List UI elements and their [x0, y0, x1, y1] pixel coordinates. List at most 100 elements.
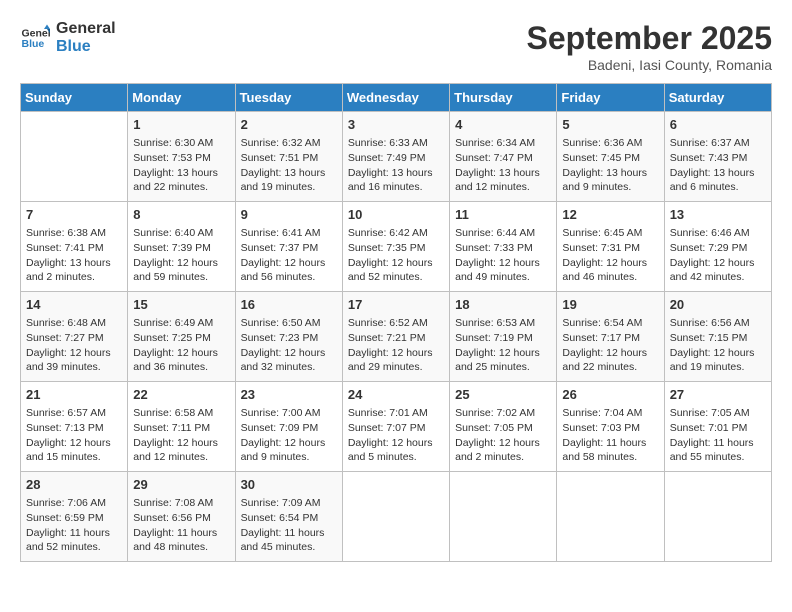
- calendar-body: 1 Sunrise: 6:30 AM Sunset: 7:53 PM Daylig…: [21, 112, 772, 562]
- day-number: 11: [455, 206, 551, 224]
- calendar-day-cell: 18 Sunrise: 6:53 AM Sunset: 7:19 PM Dayli…: [450, 292, 557, 382]
- day-info: Sunrise: 6:33 AM Sunset: 7:49 PM Dayligh…: [348, 136, 444, 195]
- calendar-table: SundayMondayTuesdayWednesdayThursdayFrid…: [20, 83, 772, 562]
- weekday-header-cell: Sunday: [21, 84, 128, 112]
- calendar-day-cell: 19Sunrise: 6:54 AM Sunset: 7:17 PM Dayli…: [557, 292, 664, 382]
- day-number: 4: [455, 116, 551, 134]
- day-info: Sunrise: 7:04 AM Sunset: 7:03 PM Dayligh…: [562, 406, 658, 465]
- calendar-day-cell: 3Sunrise: 6:33 AM Sunset: 7:49 PM Daylig…: [342, 112, 449, 202]
- day-info: Sunrise: 6:42 AM Sunset: 7:35 PM Dayligh…: [348, 226, 444, 285]
- weekday-header-cell: Saturday: [664, 84, 771, 112]
- day-info: Sunrise: 7:02 AM Sunset: 7:05 PM Dayligh…: [455, 406, 551, 465]
- day-info: Sunrise: 6:40 AM Sunset: 7:39 PM Dayligh…: [133, 226, 229, 285]
- calendar-week-row: 1 Sunrise: 6:30 AM Sunset: 7:53 PM Daylig…: [21, 112, 772, 202]
- calendar-day-cell: 22 Sunrise: 6:58 AM Sunset: 7:11 PM Dayli…: [128, 382, 235, 472]
- day-number: 1: [133, 116, 229, 134]
- logo-line1: General: [56, 20, 116, 38]
- weekday-header-cell: Tuesday: [235, 84, 342, 112]
- title-block: September 2025 Badeni, Iasi County, Roma…: [527, 20, 772, 73]
- calendar-day-cell: 14 Sunrise: 6:48 AM Sunset: 7:27 PM Dayli…: [21, 292, 128, 382]
- day-number: 27: [670, 386, 766, 404]
- day-number: 26: [562, 386, 658, 404]
- logo-icon: General Blue: [20, 23, 50, 53]
- calendar-day-cell: 5 Sunrise: 6:36 AM Sunset: 7:45 PM Daylig…: [557, 112, 664, 202]
- day-number: 19: [562, 296, 658, 314]
- logo-line2: Blue: [56, 38, 116, 56]
- calendar-week-row: 21 Sunrise: 6:57 AM Sunset: 7:13 PM Dayli…: [21, 382, 772, 472]
- day-info: Sunrise: 6:30 AM Sunset: 7:53 PM Dayligh…: [133, 136, 229, 195]
- calendar-day-cell: 4 Sunrise: 6:34 AM Sunset: 7:47 PM Daylig…: [450, 112, 557, 202]
- day-info: Sunrise: 6:58 AM Sunset: 7:11 PM Dayligh…: [133, 406, 229, 465]
- calendar-day-cell: 27 Sunrise: 7:05 AM Sunset: 7:01 PM Dayli…: [664, 382, 771, 472]
- day-number: 29: [133, 476, 229, 494]
- day-number: 15: [133, 296, 229, 314]
- calendar-day-cell: 29 Sunrise: 7:08 AM Sunset: 6:56 PM Dayli…: [128, 472, 235, 562]
- day-number: 30: [241, 476, 337, 494]
- calendar-day-cell: 11 Sunrise: 6:44 AM Sunset: 7:33 PM Dayli…: [450, 202, 557, 292]
- day-info: Sunrise: 6:34 AM Sunset: 7:47 PM Dayligh…: [455, 136, 551, 195]
- calendar-week-row: 7 Sunrise: 6:38 AM Sunset: 7:41 PM Daylig…: [21, 202, 772, 292]
- calendar-day-cell: [450, 472, 557, 562]
- calendar-day-cell: 30 Sunrise: 7:09 AM Sunset: 6:54 PM Dayli…: [235, 472, 342, 562]
- calendar-day-cell: 16Sunrise: 6:50 AM Sunset: 7:23 PM Dayli…: [235, 292, 342, 382]
- calendar-day-cell: [557, 472, 664, 562]
- calendar-week-row: 28 Sunrise: 7:06 AM Sunset: 6:59 PM Dayli…: [21, 472, 772, 562]
- calendar-day-cell: 13 Sunrise: 6:46 AM Sunset: 7:29 PM Dayli…: [664, 202, 771, 292]
- day-info: Sunrise: 6:53 AM Sunset: 7:19 PM Dayligh…: [455, 316, 551, 375]
- page-header: General Blue General Blue September 2025…: [20, 20, 772, 73]
- day-number: 25: [455, 386, 551, 404]
- calendar-day-cell: 7 Sunrise: 6:38 AM Sunset: 7:41 PM Daylig…: [21, 202, 128, 292]
- day-number: 18: [455, 296, 551, 314]
- day-info: Sunrise: 6:38 AM Sunset: 7:41 PM Dayligh…: [26, 226, 122, 285]
- calendar-day-cell: 25 Sunrise: 7:02 AM Sunset: 7:05 PM Dayli…: [450, 382, 557, 472]
- calendar-day-cell: 28 Sunrise: 7:06 AM Sunset: 6:59 PM Dayli…: [21, 472, 128, 562]
- calendar-day-cell: 1 Sunrise: 6:30 AM Sunset: 7:53 PM Daylig…: [128, 112, 235, 202]
- weekday-header-cell: Wednesday: [342, 84, 449, 112]
- location-subtitle: Badeni, Iasi County, Romania: [527, 57, 772, 73]
- day-number: 5: [562, 116, 658, 134]
- day-number: 20: [670, 296, 766, 314]
- day-number: 9: [241, 206, 337, 224]
- day-number: 28: [26, 476, 122, 494]
- day-info: Sunrise: 7:09 AM Sunset: 6:54 PM Dayligh…: [241, 496, 337, 555]
- day-info: Sunrise: 6:57 AM Sunset: 7:13 PM Dayligh…: [26, 406, 122, 465]
- day-number: 23: [241, 386, 337, 404]
- day-info: Sunrise: 6:36 AM Sunset: 7:45 PM Dayligh…: [562, 136, 658, 195]
- calendar-day-cell: 24 Sunrise: 7:01 AM Sunset: 7:07 PM Dayli…: [342, 382, 449, 472]
- day-number: 13: [670, 206, 766, 224]
- calendar-day-cell: 23 Sunrise: 7:00 AM Sunset: 7:09 PM Dayli…: [235, 382, 342, 472]
- day-number: 22: [133, 386, 229, 404]
- day-number: 2: [241, 116, 337, 134]
- day-info: Sunrise: 7:00 AM Sunset: 7:09 PM Dayligh…: [241, 406, 337, 465]
- day-number: 14: [26, 296, 122, 314]
- day-number: 16: [241, 296, 337, 314]
- day-number: 21: [26, 386, 122, 404]
- day-number: 8: [133, 206, 229, 224]
- day-number: 7: [26, 206, 122, 224]
- day-number: 24: [348, 386, 444, 404]
- calendar-day-cell: 26 Sunrise: 7:04 AM Sunset: 7:03 PM Dayli…: [557, 382, 664, 472]
- day-info: Sunrise: 7:06 AM Sunset: 6:59 PM Dayligh…: [26, 496, 122, 555]
- day-number: 6: [670, 116, 766, 134]
- calendar-day-cell: [21, 112, 128, 202]
- weekday-header-cell: Friday: [557, 84, 664, 112]
- weekday-header-row: SundayMondayTuesdayWednesdayThursdayFrid…: [21, 84, 772, 112]
- calendar-day-cell: 2 Sunrise: 6:32 AM Sunset: 7:51 PM Daylig…: [235, 112, 342, 202]
- calendar-day-cell: 21 Sunrise: 6:57 AM Sunset: 7:13 PM Dayli…: [21, 382, 128, 472]
- day-info: Sunrise: 6:52 AM Sunset: 7:21 PM Dayligh…: [348, 316, 444, 375]
- day-info: Sunrise: 7:05 AM Sunset: 7:01 PM Dayligh…: [670, 406, 766, 465]
- calendar-day-cell: 12Sunrise: 6:45 AM Sunset: 7:31 PM Dayli…: [557, 202, 664, 292]
- logo: General Blue General Blue: [20, 20, 116, 55]
- day-info: Sunrise: 6:45 AM Sunset: 7:31 PM Dayligh…: [562, 226, 658, 285]
- day-number: 10: [348, 206, 444, 224]
- day-info: Sunrise: 7:01 AM Sunset: 7:07 PM Dayligh…: [348, 406, 444, 465]
- day-info: Sunrise: 6:46 AM Sunset: 7:29 PM Dayligh…: [670, 226, 766, 285]
- calendar-day-cell: 20Sunrise: 6:56 AM Sunset: 7:15 PM Dayli…: [664, 292, 771, 382]
- calendar-day-cell: 15Sunrise: 6:49 AM Sunset: 7:25 PM Dayli…: [128, 292, 235, 382]
- calendar-day-cell: 17Sunrise: 6:52 AM Sunset: 7:21 PM Dayli…: [342, 292, 449, 382]
- day-info: Sunrise: 6:48 AM Sunset: 7:27 PM Dayligh…: [26, 316, 122, 375]
- day-info: Sunrise: 6:44 AM Sunset: 7:33 PM Dayligh…: [455, 226, 551, 285]
- day-info: Sunrise: 6:32 AM Sunset: 7:51 PM Dayligh…: [241, 136, 337, 195]
- day-info: Sunrise: 7:08 AM Sunset: 6:56 PM Dayligh…: [133, 496, 229, 555]
- calendar-day-cell: 9Sunrise: 6:41 AM Sunset: 7:37 PM Daylig…: [235, 202, 342, 292]
